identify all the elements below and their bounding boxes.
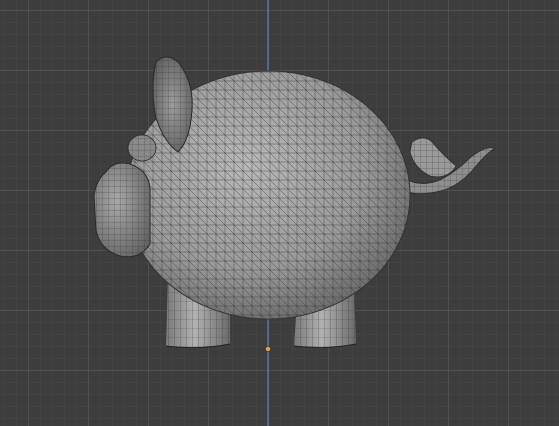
3d-viewport[interactable] xyxy=(0,0,559,426)
pig-tail[interactable] xyxy=(403,137,497,194)
pig-snout[interactable] xyxy=(93,162,151,258)
origin-point-icon[interactable] xyxy=(265,346,271,352)
pig-eye[interactable] xyxy=(127,134,157,162)
pig-mesh-scene[interactable] xyxy=(0,0,559,426)
